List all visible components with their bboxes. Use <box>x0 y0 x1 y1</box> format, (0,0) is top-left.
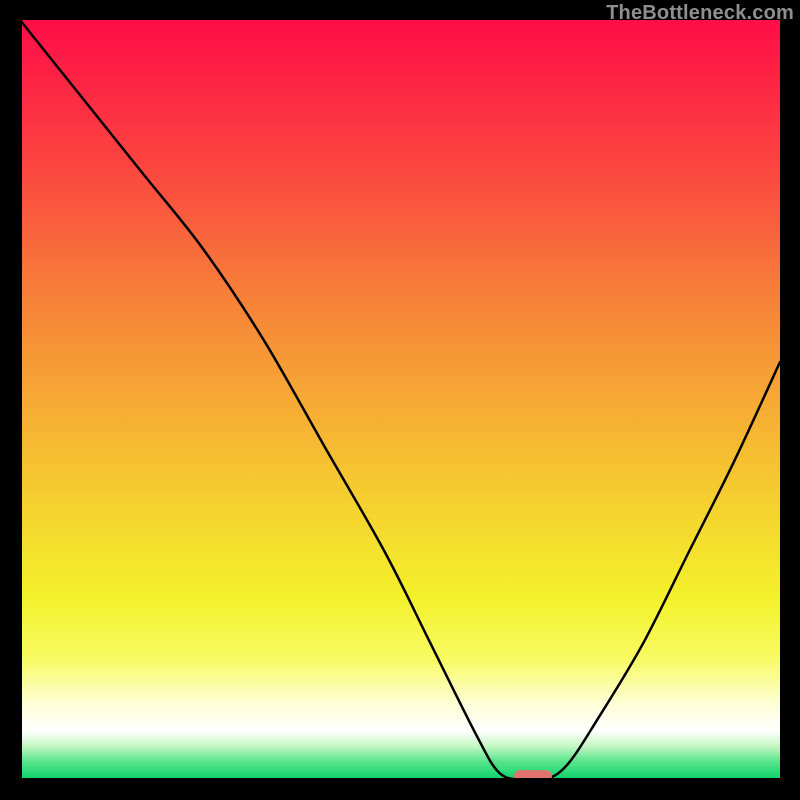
plot-area <box>20 20 780 780</box>
plot-svg <box>20 20 780 780</box>
x-axis <box>20 778 780 780</box>
gradient-background <box>20 20 780 780</box>
chart-container: TheBottleneck.com <box>0 0 800 800</box>
watermark-text: TheBottleneck.com <box>606 2 794 25</box>
y-axis <box>20 20 22 780</box>
